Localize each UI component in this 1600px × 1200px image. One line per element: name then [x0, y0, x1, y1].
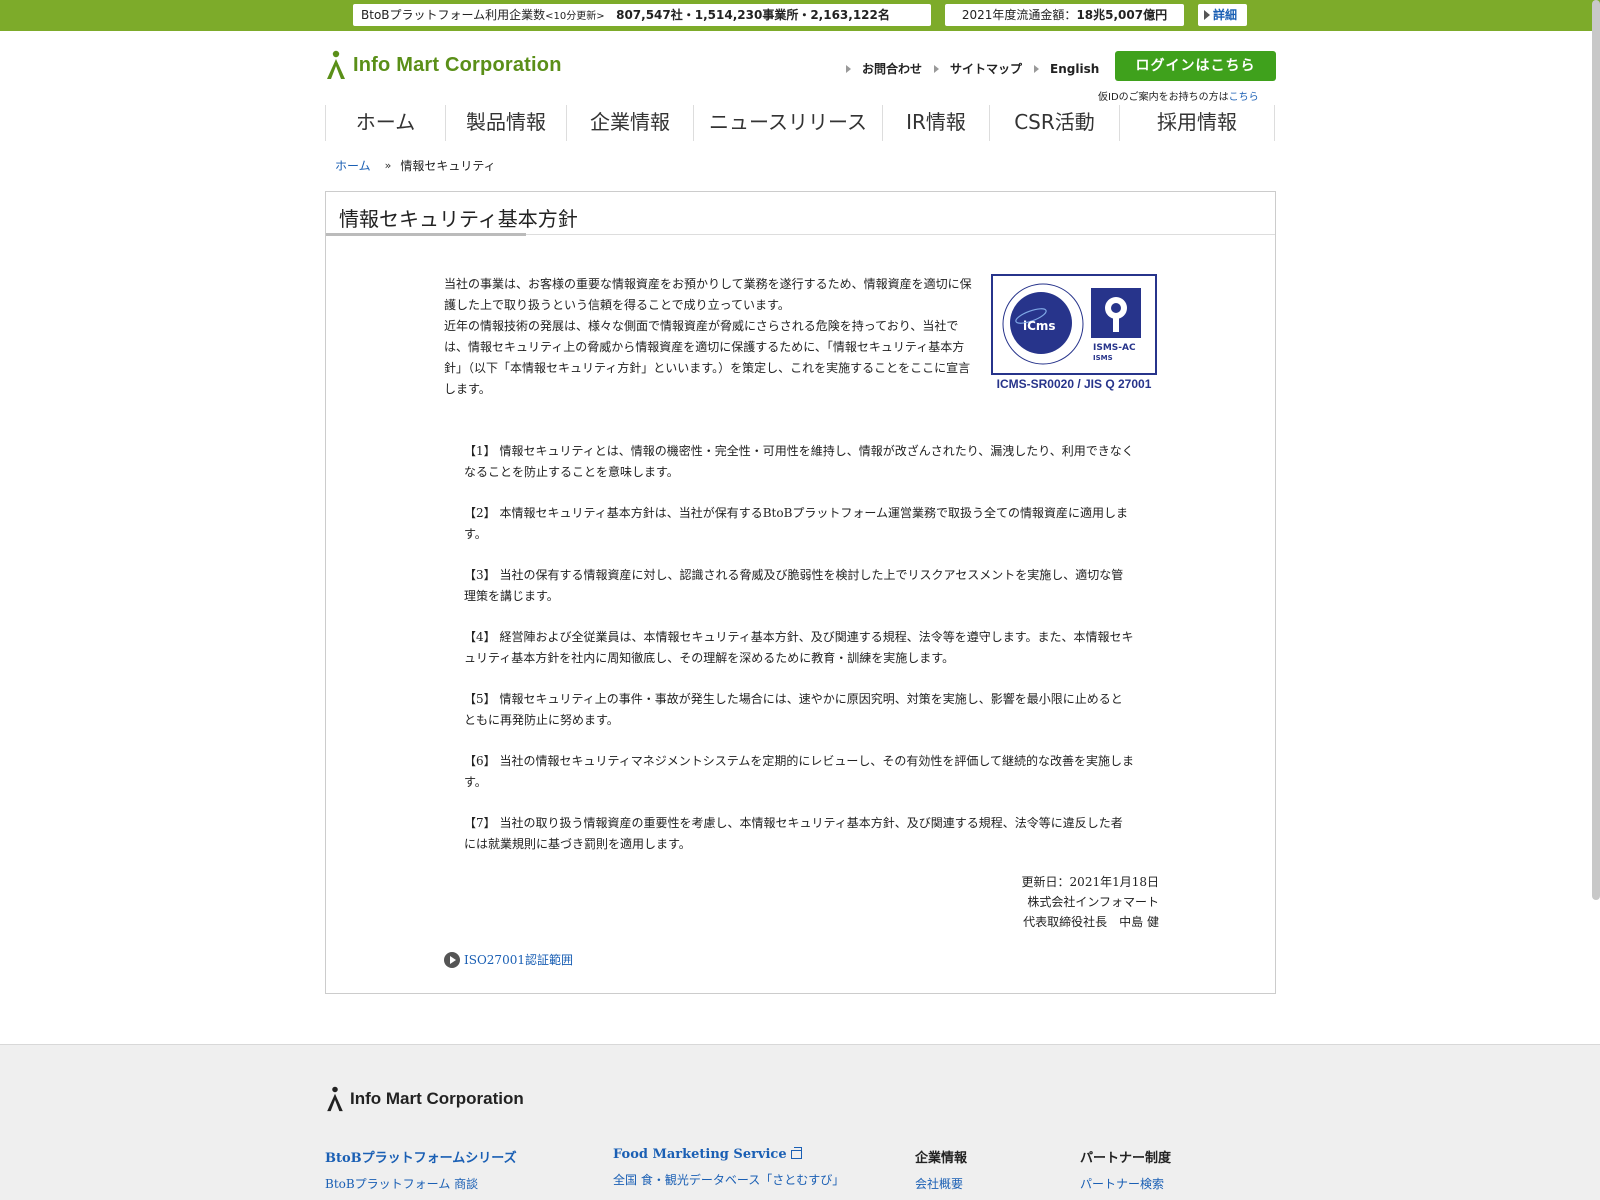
footer-col-head: 企業情報 [915, 1151, 968, 1166]
policy-article: 【7】 当社の取り扱う情報資産の重要性を考慮し、本情報セキュリティ基本方針、及び… [464, 816, 1123, 851]
detail-label: 詳細 [1213, 8, 1238, 22]
footer-col-head[interactable]: BtoBプラットフォームシリーズ [325, 1147, 517, 1166]
isms-certification-mark: iCms ISMS-AC ISMS ICMS-SR0020 / JIS Q 27… [991, 274, 1157, 391]
intro-paragraph: 近年の情報技術の発展は、様々な側面で情報資産が脅威にさらされる危険を持っており、… [444, 319, 971, 396]
logo-text: Info Mart Corporation [353, 53, 562, 76]
svg-text:ISMS: ISMS [1093, 354, 1113, 362]
footer-col-head-label: Food Marketing Service [613, 1147, 787, 1162]
top-stats-bar: BtoBプラットフォーム利用企業数<10分更新> 807,547社・1,514,… [0, 0, 1600, 31]
svg-text:ISMS-AC: ISMS-AC [1093, 343, 1136, 353]
infomart-logo-icon [327, 50, 345, 79]
gmv-label: 2021年度流通金額： [961, 8, 1077, 22]
footer-link[interactable]: 会社概要 [915, 1175, 967, 1192]
nav-item-ir[interactable]: IR情報 [883, 105, 990, 141]
nav-item-csr[interactable]: CSR活動 [990, 105, 1120, 141]
footer-col-head[interactable]: Food Marketing Service [613, 1147, 844, 1162]
util-link-contact[interactable]: お問合わせ [846, 60, 922, 77]
login-button[interactable]: ログインはこちら [1115, 51, 1276, 81]
policy-article: 【6】 当社の情報セキュリティマネジメントシステムを定期的にレビューし、その有効… [464, 754, 1135, 789]
footer-col-partner: パートナー制度 パートナー検索 [1080, 1147, 1171, 1192]
site-footer: Info Mart Corporation BtoBプラットフォームシリーズ B… [0, 1044, 1600, 1200]
policy-article: 【5】 情報セキュリティ上の事件・事故が発生した場合には、速やかに原因究明、対策… [464, 692, 1123, 727]
util-link-sitemap[interactable]: サイトマップ [934, 60, 1022, 77]
breadcrumb-current: 情報セキュリティ [400, 159, 496, 173]
policy-articles: 【1】 情報セキュリティとは、情報の機密性・完全性・可用性を維持し、情報が改ざん… [464, 441, 1134, 875]
policy-article: 【1】 情報セキュリティとは、情報の機密性・完全性・可用性を維持し、情報が改ざん… [464, 444, 1134, 479]
detail-button[interactable]: 詳細 [1198, 4, 1247, 26]
gmv-value: 18兆5,007億円 [1076, 8, 1168, 22]
footer-col-company: 企業情報 会社概要 [915, 1147, 967, 1192]
footer-logo-text: Info Mart Corporation [350, 1089, 524, 1108]
policy-article: 【3】 当社の保有する情報資産に対し、認識される脅威及び脆弱性を検討した上でリス… [464, 568, 1124, 603]
external-link-icon [790, 1147, 802, 1159]
cert-caption: ICMS-SR0020 / JIS Q 27001 [996, 377, 1152, 391]
footer-col-food: Food Marketing Service 全国 食・観光データベース「さとむ… [613, 1147, 844, 1188]
intro-paragraph: 当社の事業は、お客様の重要な情報資産をお預かりして業務を遂行するため、情報資産を… [444, 277, 972, 312]
login-note-link[interactable]: こちら [1229, 92, 1259, 103]
triangle-icon [934, 64, 940, 73]
cert-badge: iCms ISMS-AC ISMS [991, 274, 1157, 375]
play-circle-icon [444, 951, 460, 968]
login-note: 仮IDのご案内をお持ちの方はこちら [1098, 88, 1259, 103]
company-name: 株式会社インフォマート [1027, 895, 1159, 909]
nav-item-news[interactable]: ニュースリリース [694, 105, 883, 141]
ceo-name: 代表取締役社長 中島 健 [1023, 915, 1159, 929]
signature-block: 更新日：2021年1月18日 株式会社インフォマート 代表取締役社長 中島 健 [1022, 872, 1159, 932]
intro-text: 当社の事業は、お客様の重要な情報資産をお預かりして業務を遂行するため、情報資産を… [444, 274, 976, 400]
footer-logo[interactable]: Info Mart Corporation [325, 1086, 524, 1112]
util-link-english[interactable]: English [1034, 60, 1099, 77]
login-note-text: 仮IDのご案内をお持ちの方は [1098, 92, 1229, 103]
policy-panel: 情報セキュリティ基本方針 当社の事業は、お客様の重要な情報資産をお預かりして業務… [325, 191, 1276, 994]
triangle-icon [1034, 64, 1040, 73]
util-link-label: お問合わせ [862, 62, 923, 76]
util-link-label: English [1050, 61, 1100, 76]
play-triangle-icon [1204, 10, 1210, 20]
footer-link[interactable]: 全国 食・観光データベース「さとむすび」 [613, 1171, 844, 1188]
footer-col-head: パートナー制度 [1080, 1151, 1172, 1166]
policy-article: 【2】 本情報セキュリティ基本方針は、当社が保有するBtoBプラットフォーム運営… [464, 506, 1129, 541]
svg-text:iCms: iCms [1023, 319, 1056, 333]
breadcrumb-home[interactable]: ホーム [335, 157, 371, 174]
page-title: 情報セキュリティ基本方針 [339, 207, 578, 231]
site-logo[interactable]: Info Mart Corporation [325, 50, 562, 80]
page-scrollbar[interactable] [1592, 0, 1600, 900]
footer-link[interactable]: パートナー検索 [1080, 1175, 1171, 1192]
stat-label: BtoBプラットフォーム利用企業数 [361, 8, 546, 22]
nav-item-company[interactable]: 企業情報 [567, 105, 694, 141]
nav-item-products[interactable]: 製品情報 [446, 105, 567, 141]
footer-col-btob: BtoBプラットフォームシリーズ BtoBプラットフォーム 商談 [325, 1147, 517, 1192]
utility-links: お問合わせ サイトマップ English [846, 60, 1111, 77]
panel-header: 情報セキュリティ基本方針 [326, 192, 1275, 236]
triangle-icon [846, 64, 851, 73]
gmv-stat: 2021年度流通金額：18兆5,007億円 [945, 4, 1184, 26]
nav-item-recruit[interactable]: 採用情報 [1120, 105, 1275, 141]
iso-link-label: ISO27001認証範囲 [464, 953, 573, 967]
breadcrumb-separator: » [384, 159, 392, 172]
footer-link[interactable]: BtoBプラットフォーム 商談 [325, 1175, 517, 1192]
stat-note: <10分更新> [545, 11, 605, 22]
policy-article: 【4】 経営陣および全従業員は、本情報セキュリティ基本方針、及び関連する規程、法… [464, 630, 1134, 665]
updated-date: 更新日：2021年1月18日 [1021, 875, 1159, 889]
stat-values: 807,547社・1,514,230事業所・2,163,122名 [616, 8, 890, 22]
title-underline [326, 233, 526, 236]
global-nav: ホーム 製品情報 企業情報 ニュースリリース IR情報 CSR活動 採用情報 [325, 105, 1275, 141]
breadcrumb: ホーム » 情報セキュリティ [335, 157, 496, 174]
infomart-logo-icon [327, 1086, 343, 1112]
nav-item-home[interactable]: ホーム [326, 105, 446, 141]
user-count-stat: BtoBプラットフォーム利用企業数<10分更新> 807,547社・1,514,… [353, 4, 931, 26]
util-link-label: サイトマップ [950, 62, 1023, 76]
icms-isms-seal-icon: iCms ISMS-AC ISMS [1002, 283, 1141, 365]
iso27001-scope-link[interactable]: ISO27001認証範囲 [444, 951, 573, 968]
